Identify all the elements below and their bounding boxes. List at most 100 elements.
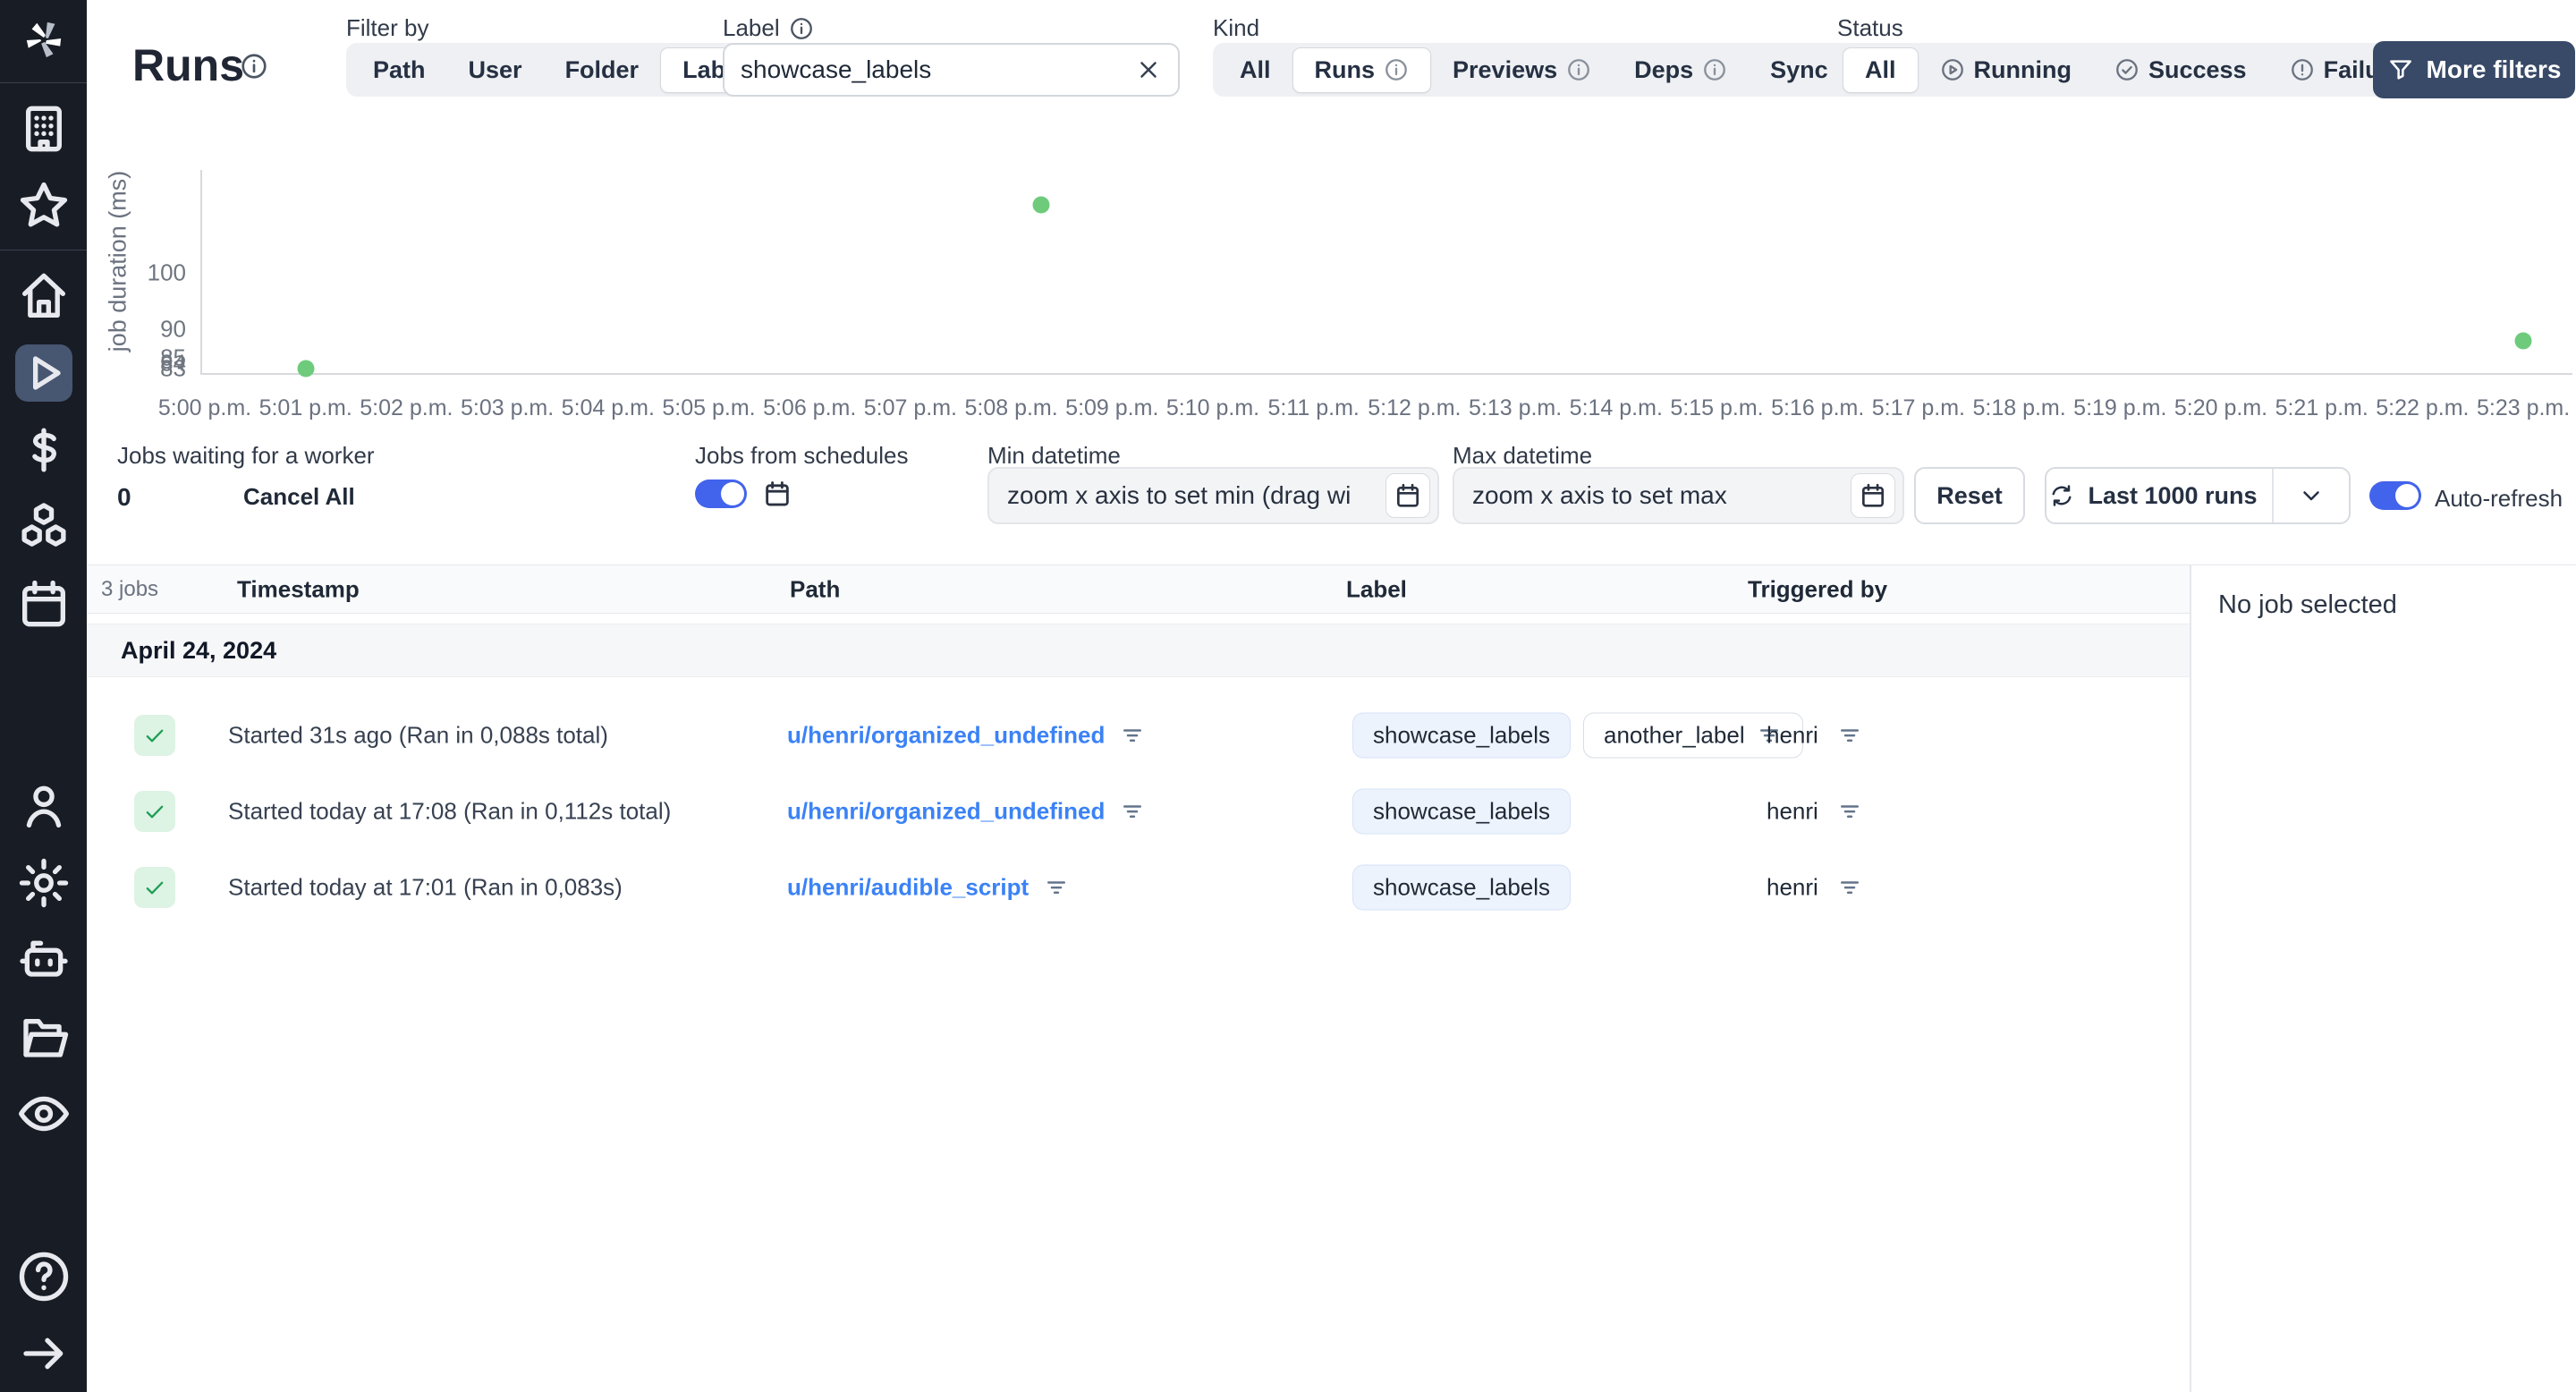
sidebar-item-workers[interactable] (15, 931, 72, 989)
runs-count-dropdown-button[interactable] (2272, 469, 2349, 522)
clear-label-icon[interactable] (1135, 56, 1162, 83)
x-axis-tick-label: 5:16 p.m. (1771, 395, 1865, 420)
sidebar-item-variables[interactable] (15, 421, 72, 479)
gear-icon (15, 854, 72, 912)
max-datetime-calendar-button[interactable] (1851, 473, 1895, 518)
col-timestamp: Timestamp (237, 575, 360, 602)
filter-lines-icon[interactable] (1119, 722, 1146, 749)
sidebar-item-workspace[interactable] (15, 100, 72, 157)
kind-option-runs[interactable]: Runs (1292, 47, 1432, 93)
sidebar-item-schedules[interactable] (15, 575, 72, 632)
sidebar-item-help[interactable] (15, 1248, 72, 1305)
label-filter-input[interactable] (741, 55, 1135, 84)
x-axis-tick-label: 5:02 p.m. (360, 395, 453, 420)
sidebar-item-runs[interactable] (14, 344, 72, 402)
x-axis-tick-label: 5:20 p.m. (2174, 395, 2268, 420)
filter-by-option-path[interactable]: Path (352, 48, 447, 92)
path-link[interactable]: u/henri/audible_script (787, 873, 1029, 901)
y-axis-tick-label: 83 (160, 354, 186, 382)
calendar-icon (15, 575, 72, 632)
info-icon[interactable] (1702, 57, 1727, 82)
filter-lines-icon[interactable] (1836, 722, 1863, 749)
auto-refresh-toggle[interactable] (2369, 481, 2421, 510)
path-link[interactable]: u/henri/organized_undefined (787, 797, 1105, 825)
path-cell: u/henri/organized_undefined (787, 721, 1146, 749)
filter-lines-icon[interactable] (1119, 798, 1146, 825)
min-datetime-calendar-button[interactable] (1385, 473, 1430, 518)
schedules-calendar-button[interactable] (757, 473, 798, 514)
sidebar-item-settings[interactable] (15, 854, 72, 912)
info-icon[interactable] (240, 52, 268, 81)
chart-y-axis (200, 170, 202, 374)
home-icon (15, 267, 72, 325)
run-data-point[interactable] (1032, 196, 1050, 214)
min-datetime-input[interactable]: zoom x axis to set min (drag wi (987, 467, 1439, 524)
sidebar-item-workspace-logo[interactable] (15, 11, 72, 68)
chart-x-axis[interactable] (200, 373, 2572, 375)
info-icon[interactable] (789, 16, 814, 41)
sidebar-item-folders[interactable] (15, 1008, 72, 1065)
kind-option-all[interactable]: All (1218, 48, 1292, 92)
arrow-right-icon (15, 1325, 72, 1382)
max-datetime-input[interactable]: zoom x axis to set max (1453, 467, 1904, 524)
kind-option-previews[interactable]: Previews (1431, 48, 1613, 92)
table-row[interactable]: Started today at 17:01 (Ran in 0,083s) u/… (87, 849, 2190, 925)
sidebar-item-user[interactable] (15, 777, 72, 835)
filter-lines-icon[interactable] (1043, 874, 1070, 901)
sidebar-item-favorites[interactable] (15, 177, 72, 234)
filter-by-label: Filter by (346, 14, 429, 41)
y-axis-tick-label: 100 (147, 259, 186, 286)
table-row[interactable]: Started today at 17:08 (Ran in 0,112s to… (87, 773, 2190, 849)
kind-option-deps[interactable]: Deps (1613, 48, 1749, 92)
status-option-running[interactable]: Running (1919, 48, 2093, 92)
run-data-point[interactable] (297, 360, 315, 378)
filter-by-option-user[interactable]: User (447, 48, 544, 92)
reset-button[interactable]: Reset (1914, 467, 2025, 524)
label-pill[interactable]: showcase_labels (1352, 712, 1572, 758)
status-segmented: All Running Success Failure (1837, 43, 2430, 97)
status-cell (134, 790, 175, 832)
label-pill[interactable]: showcase_labels (1352, 864, 1572, 910)
sidebar-item-expand-sidebar[interactable] (15, 1325, 72, 1382)
run-data-point[interactable] (2514, 332, 2532, 350)
path-link[interactable]: u/henri/organized_undefined (787, 721, 1105, 749)
funnel-icon (2387, 56, 2414, 83)
info-icon[interactable] (1384, 57, 1409, 82)
folder-open-icon (15, 1008, 72, 1065)
refresh-icon (2048, 482, 2075, 509)
jobs-waiting-label: Jobs waiting for a worker (117, 442, 375, 469)
filter-lines-icon[interactable] (1836, 798, 1863, 825)
chevron-down-icon (2298, 482, 2325, 509)
more-filters-button[interactable]: More filters (2373, 41, 2575, 98)
labels-cell: showcase_labels another_label (1352, 712, 1803, 758)
jobs-waiting-count: 0 (117, 483, 131, 511)
star-icon (15, 177, 72, 234)
jobs-from-schedules-toggle[interactable] (695, 480, 747, 508)
y-axis-tick-label: 90 (160, 315, 186, 343)
sidebar (0, 0, 87, 1392)
filter-lines-icon[interactable] (1836, 874, 1863, 901)
path-cell: u/henri/organized_undefined (787, 797, 1146, 825)
check-circle-icon (2114, 57, 2140, 82)
last-runs-button[interactable]: Last 1000 runs (2046, 482, 2259, 510)
page-title: Runs (132, 40, 244, 90)
calendar-icon (1394, 481, 1422, 510)
sidebar-item-resources[interactable] (15, 498, 72, 556)
label-pill[interactable]: showcase_labels (1352, 788, 1572, 834)
jobs-from-schedules-label: Jobs from schedules (695, 442, 909, 469)
status-option-all[interactable]: All (1843, 47, 1919, 93)
sidebar-item-audit-logs[interactable] (15, 1085, 72, 1142)
play-circle-icon (1940, 57, 1965, 82)
filter-by-option-folder[interactable]: Folder (544, 48, 661, 92)
date-group-header: April 24, 2024 (87, 624, 2190, 677)
label-filter-label: Label (723, 14, 814, 42)
info-icon[interactable] (1566, 57, 1591, 82)
table-row[interactable]: Started 31s ago (Ran in 0,088s total) u/h… (87, 697, 2190, 773)
cancel-all-button[interactable]: Cancel All (243, 483, 355, 511)
success-check-icon (134, 866, 175, 908)
status-option-success[interactable]: Success (2093, 48, 2268, 92)
status-cell (134, 714, 175, 756)
status-label: Status (1837, 14, 1903, 41)
sidebar-item-home[interactable] (15, 267, 72, 325)
table-header: 3 jobs Timestamp Path Label Triggered by (87, 565, 2190, 614)
